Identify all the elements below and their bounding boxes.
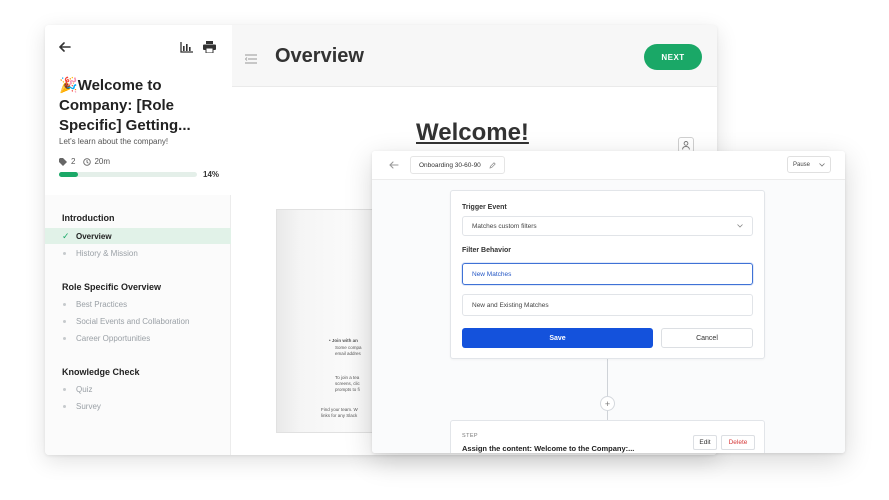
welcome-heading: Welcome!: [416, 119, 529, 146]
save-button[interactable]: Save: [462, 328, 653, 348]
progress-label: 14%: [203, 170, 220, 179]
section-role-specific-overview: Role Specific Overview: [62, 282, 162, 292]
bullet-icon: [63, 387, 66, 391]
workflow-editor-window: Onboarding 30-60-90 Pause Trigger Event …: [372, 151, 845, 453]
doc-line: email addres: [335, 351, 361, 356]
arrow-left-icon[interactable]: [388, 159, 400, 171]
sidebar-item-best-practices[interactable]: Best Practices: [45, 296, 231, 312]
sidebar-item-career-opportunities[interactable]: Career Opportunities: [45, 330, 231, 346]
chevron-down-icon: [737, 224, 743, 228]
doc-line: links for any Slack: [321, 413, 358, 418]
workflow-canvas: Trigger Event Matches custom filters Fil…: [372, 180, 845, 453]
sidebar-item-quiz[interactable]: Quiz: [45, 381, 231, 397]
bullet-icon: [63, 302, 66, 306]
course-title-text: Welcome to Company: [Role Specific] Gett…: [59, 77, 191, 134]
status-select[interactable]: Pause: [787, 156, 831, 173]
bullet-icon: [63, 251, 66, 255]
filter-behavior-label: Filter Behavior: [462, 247, 512, 254]
course-subtitle: Let's learn about the company!: [59, 137, 169, 146]
course-meta: 2 20m: [59, 157, 110, 166]
pencil-icon: [489, 161, 496, 168]
step-title: Assign the content: Welcome to the Compa…: [462, 444, 635, 453]
workflow-topbar: Onboarding 30-60-90 Pause: [372, 151, 845, 180]
arrow-left-icon[interactable]: [57, 39, 73, 55]
sidebar-item-history-mission[interactable]: History & Mission: [45, 245, 231, 261]
duration: 20m: [83, 157, 110, 166]
course-title: 🎉Welcome to Company: [Role Specific] Get…: [59, 76, 219, 136]
bullet-icon: [63, 319, 66, 323]
progress-bar: [59, 172, 197, 177]
sidebar-item-overview[interactable]: ✓ Overview: [45, 228, 231, 244]
next-button[interactable]: NEXT: [644, 44, 702, 70]
check-icon: ✓: [62, 230, 70, 241]
main-header: Overview NEXT: [232, 25, 717, 87]
add-step-button[interactable]: +: [600, 396, 615, 411]
screenshot-stage: 🎉Welcome to Company: [Role Specific] Get…: [0, 0, 889, 500]
step-card: STEP Assign the content: Welcome to the …: [450, 420, 765, 453]
chevron-down-icon: [819, 162, 825, 167]
printer-icon[interactable]: [201, 39, 217, 55]
step-tag: STEP: [462, 433, 478, 439]
party-popper-icon: 🎉: [59, 77, 78, 94]
tag-icon: [59, 157, 67, 166]
collapse-menu-icon[interactable]: [244, 51, 257, 64]
connector-line: [607, 359, 608, 396]
sidebar-header: 🎉Welcome to Company: [Role Specific] Get…: [45, 25, 231, 195]
connector-line: [607, 411, 608, 420]
plus-icon: +: [604, 398, 611, 409]
course-sidebar: 🎉Welcome to Company: [Role Specific] Get…: [45, 25, 231, 455]
progress-fill: [59, 172, 79, 177]
trigger-card: Trigger Event Matches custom filters Fil…: [450, 190, 765, 359]
section-knowledge-check: Knowledge Check: [62, 367, 140, 377]
bullet-icon: [63, 404, 66, 408]
sidebar-item-social-events[interactable]: Social Events and Collaboration: [45, 313, 231, 329]
option-new-and-existing-matches[interactable]: New and Existing Matches: [462, 294, 753, 316]
bullet-icon: [63, 336, 66, 340]
workflow-name-field[interactable]: Onboarding 30-60-90: [410, 156, 505, 174]
bar-chart-icon[interactable]: [178, 39, 194, 55]
clock-icon: [83, 157, 92, 166]
edit-step-button[interactable]: Edit: [693, 435, 717, 450]
section-introduction: Introduction: [62, 213, 115, 223]
page-title: Overview: [275, 45, 364, 67]
trigger-event-label: Trigger Event: [462, 204, 507, 211]
doc-line: • Join with an: [329, 338, 358, 343]
trigger-event-select[interactable]: Matches custom filters: [462, 216, 753, 236]
doc-line: prompts to fi: [335, 387, 360, 392]
cancel-button[interactable]: Cancel: [661, 328, 753, 348]
sidebar-item-survey[interactable]: Survey: [45, 398, 231, 414]
tag-count: 2: [59, 157, 75, 166]
option-new-matches[interactable]: New Matches: [462, 263, 753, 285]
delete-step-button[interactable]: Delete: [721, 435, 755, 450]
